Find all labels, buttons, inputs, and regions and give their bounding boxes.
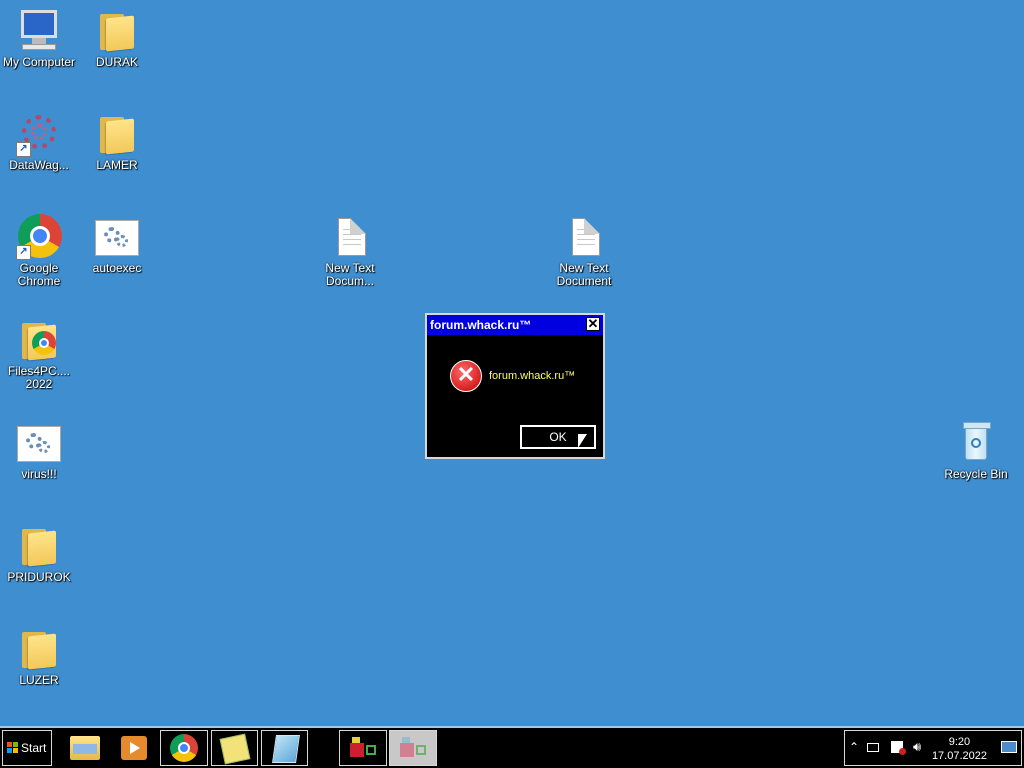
- icon-label: DURAK: [95, 55, 138, 69]
- icon-label: New Text Document: [556, 261, 612, 288]
- desktop-icon-luzer[interactable]: LUZER: [0, 626, 78, 687]
- icon-label: virus!!!: [21, 467, 57, 481]
- icon-label: Google Chrome: [17, 261, 61, 288]
- dialog-title: forum.whack.ru™: [430, 318, 532, 332]
- text-document-icon: [327, 214, 373, 260]
- media-player-icon: [121, 736, 147, 760]
- clock-date: 17.07.2022: [931, 750, 987, 762]
- chrome-icon: ↗: [16, 214, 62, 260]
- taskbar-running-app-1[interactable]: [339, 730, 387, 766]
- icon-label: Files4PC.... 2022: [7, 364, 70, 391]
- mouse-cursor-icon: [578, 434, 587, 448]
- settings-file-icon: [16, 420, 62, 466]
- clock-time: 9:20: [948, 736, 971, 748]
- taskbar: Start ⌃ 🔊︎ 9:20 17.07.2022: [0, 726, 1024, 768]
- network-icon[interactable]: [867, 743, 879, 752]
- desktop-icon-durak[interactable]: DURAK: [78, 8, 156, 69]
- icon-label: Recycle Bin: [944, 467, 1008, 481]
- icon-label: LAMER: [96, 158, 138, 172]
- system-tray: ⌃ 🔊︎ 9:20 17.07.2022: [844, 730, 1022, 766]
- desktop-icon-pridurok[interactable]: PRIDUROK: [0, 523, 78, 584]
- action-center-flag-icon[interactable]: [891, 741, 906, 755]
- settings-file-icon: [94, 214, 140, 260]
- desktop-icon-google-chrome[interactable]: ↗ Google Chrome: [0, 214, 78, 288]
- close-icon[interactable]: ✕: [586, 317, 600, 331]
- recycle-bin-icon: [952, 420, 998, 466]
- desktop-icon-files4pc[interactable]: Files4PC.... 2022: [0, 317, 78, 391]
- desktop-icon-datawag[interactable]: ↗ DataWag...: [0, 111, 78, 172]
- icon-label: autoexec: [92, 261, 142, 275]
- taskbar-file-explorer[interactable]: [61, 730, 108, 766]
- volume-icon[interactable]: 🔊︎: [913, 739, 921, 755]
- desktop-icon-new-text-document-2[interactable]: New Text Document: [545, 214, 623, 288]
- taskbar-chrome[interactable]: [160, 730, 208, 766]
- file-explorer-icon: [70, 736, 100, 760]
- app-window-icon: [400, 737, 428, 759]
- app-window-icon: [350, 737, 378, 759]
- icon-label: LUZER: [19, 673, 59, 687]
- datawag-icon: ↗: [16, 111, 62, 157]
- icon-label: DataWag...: [9, 158, 69, 172]
- start-label: Start: [21, 741, 47, 755]
- desktop-icon-lamer[interactable]: LAMER: [78, 111, 156, 172]
- chrome-icon: [170, 734, 198, 762]
- folder-icon: [94, 111, 140, 157]
- notepad-icon: [272, 735, 300, 763]
- desktop-icon-my-computer[interactable]: My Computer: [0, 8, 78, 69]
- taskbar-media-player[interactable]: [110, 730, 157, 766]
- desktop-icon-autoexec[interactable]: autoexec: [78, 214, 156, 275]
- clock[interactable]: 9:20 17.07.2022: [932, 735, 987, 763]
- shortcut-arrow-icon: ↗: [16, 142, 31, 157]
- desktop-icon-new-text-document-1[interactable]: New Text Docum...: [311, 214, 389, 288]
- taskbar-notepad[interactable]: [261, 730, 308, 766]
- icon-label: New Text Docum...: [325, 261, 375, 288]
- text-document-icon: [561, 214, 607, 260]
- desktop-icon-virus[interactable]: virus!!!: [0, 420, 78, 481]
- start-button[interactable]: Start: [2, 730, 52, 766]
- desktop-icon-recycle-bin[interactable]: Recycle Bin: [936, 420, 1014, 481]
- icon-label: My Computer: [2, 55, 76, 69]
- taskbar-notes[interactable]: [211, 730, 258, 766]
- chrome-folder-icon: [16, 317, 62, 363]
- dialog-titlebar[interactable]: forum.whack.ru™: [427, 315, 603, 335]
- error-icon: ✕: [450, 360, 482, 392]
- folder-icon: [16, 523, 62, 569]
- chevron-up-icon[interactable]: ⌃: [849, 740, 859, 754]
- dialog-message: forum.whack.ru™: [489, 370, 576, 382]
- notes-icon: [219, 733, 251, 765]
- icon-label: PRIDUROK: [7, 570, 71, 584]
- taskbar-running-app-2[interactable]: [389, 730, 437, 766]
- folder-icon: [16, 626, 62, 672]
- computer-icon: [16, 8, 62, 54]
- show-desktop-icon[interactable]: [1001, 741, 1017, 753]
- folder-icon: [94, 8, 140, 54]
- shortcut-arrow-icon: ↗: [16, 245, 31, 260]
- windows-logo-icon: [7, 742, 19, 754]
